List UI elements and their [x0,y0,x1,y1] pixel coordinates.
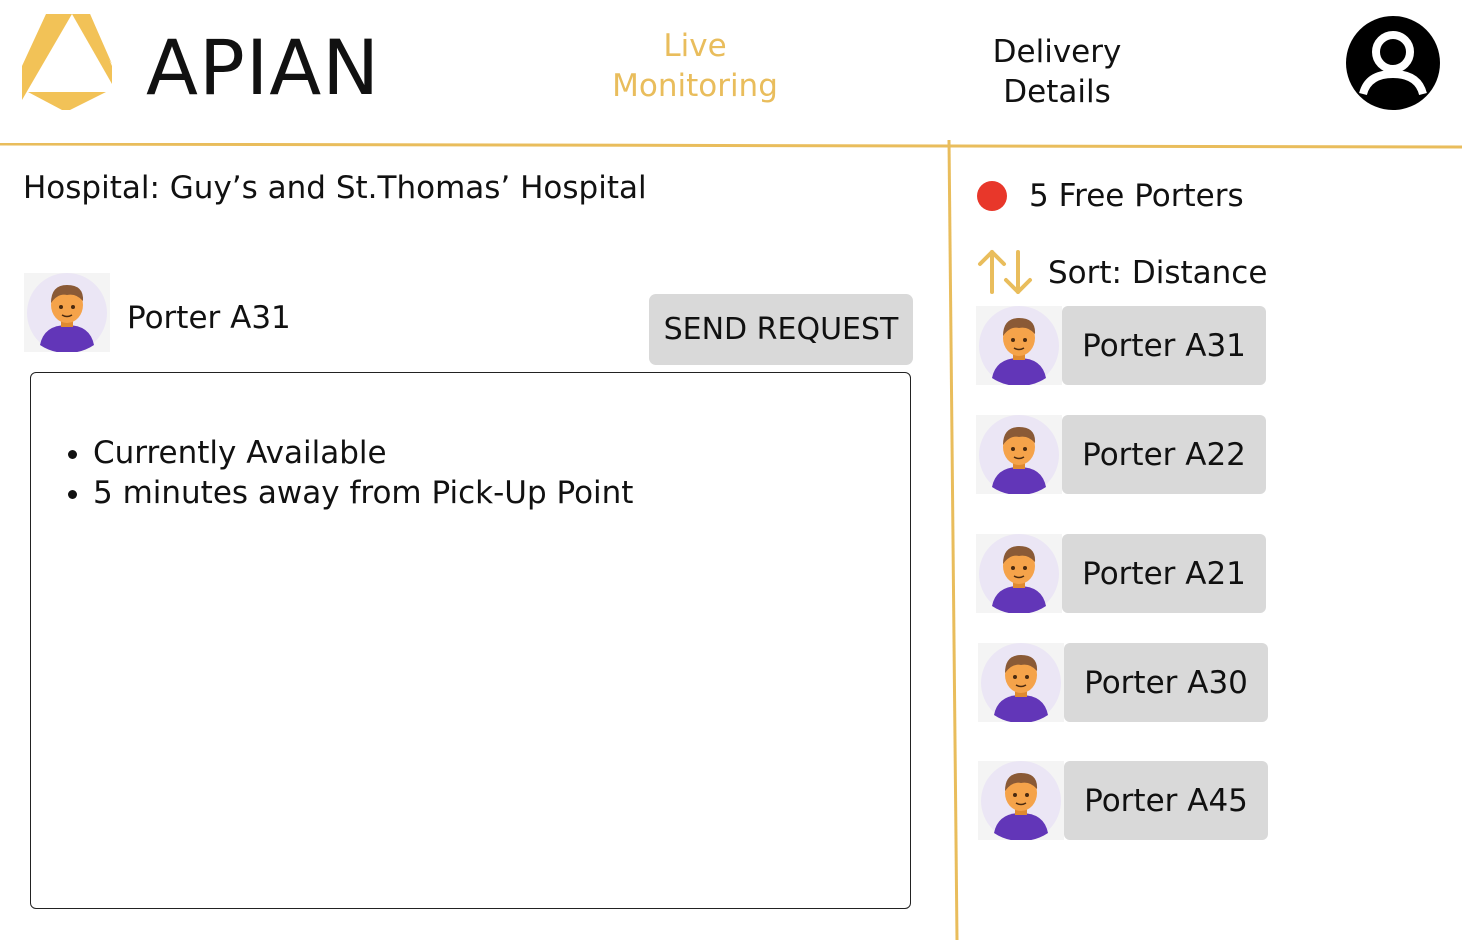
free-porters-count: 5 Free Porters [1029,178,1244,214]
apian-logo-icon [22,14,112,110]
porter-list-item[interactable]: Porter A22 [976,415,1276,495]
send-request-button[interactable]: SEND REQUEST [649,294,913,365]
porter-avatar [976,306,1062,386]
nav-delivery-line1: Delivery [992,34,1122,70]
porter-select-button[interactable]: Porter A30 [1064,643,1268,722]
selected-porter-avatar [24,273,110,353]
detail-item: Currently Available [93,433,633,473]
status-dot-icon [977,181,1007,211]
porter-details-list: Currently Available 5 minutes away from … [31,433,633,513]
sort-label[interactable]: Sort: Distance [1048,253,1267,293]
porter-select-button[interactable]: Porter A31 [1062,306,1266,385]
nav-delivery-line2: Details [1003,74,1111,110]
porter-avatar [976,534,1062,614]
nav-delivery-details[interactable]: Delivery Details [972,32,1142,112]
sort-arrows-icon[interactable] [976,248,1036,298]
column-divider [945,139,959,941]
detail-item: 5 minutes away from Pick-Up Point [93,473,633,513]
porter-list-item[interactable]: Porter A30 [978,643,1278,723]
porter-list-item[interactable]: Porter A45 [978,761,1278,841]
porter-list-item[interactable]: Porter A21 [976,534,1276,614]
header-divider [0,136,1462,149]
porter-select-button[interactable]: Porter A45 [1064,761,1268,840]
porter-details-panel: Currently Available 5 minutes away from … [30,372,911,909]
hospital-name: Hospital: Guy’s and St.Thomas’ Hospital [23,170,647,206]
porter-avatar [978,761,1064,841]
porter-avatar [978,643,1064,723]
nav-live-line2: Monitoring [612,68,778,104]
user-profile-icon[interactable] [1346,16,1440,110]
nav-live-monitoring[interactable]: Live Monitoring [600,26,790,106]
porter-select-button[interactable]: Porter A22 [1062,415,1266,494]
porter-avatar [976,415,1062,495]
porter-select-button[interactable]: Porter A21 [1062,534,1266,613]
nav-live-line1: Live [663,28,727,64]
selected-porter-name: Porter A31 [127,300,291,336]
porter-list-item[interactable]: Porter A31 [976,306,1276,386]
brand-name: APIAN [146,23,381,112]
